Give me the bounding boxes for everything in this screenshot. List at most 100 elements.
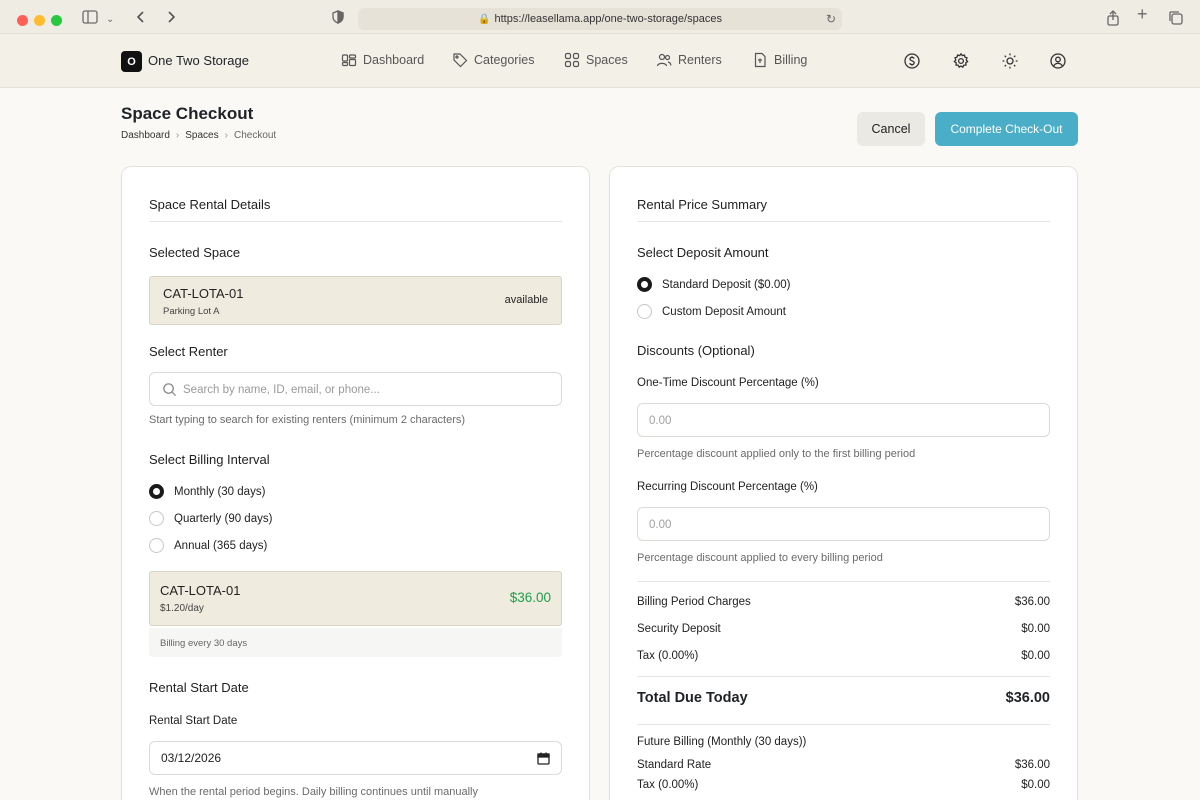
- radio-unchecked[interactable]: [637, 304, 652, 319]
- selected-space-box: CAT-LOTA-01 Parking Lot A available: [149, 276, 562, 325]
- summary-row-security-deposit: Security Deposit $0.00: [637, 623, 1050, 635]
- rental-start-helper: When the rental period begins. Daily bil…: [149, 786, 478, 798]
- breadcrumb-spaces[interactable]: Spaces: [185, 130, 218, 141]
- share-icon[interactable]: [1106, 10, 1120, 28]
- sidebar-toggle-icon[interactable]: [82, 10, 98, 26]
- future-value: $36.00: [1014, 759, 1050, 771]
- logo[interactable]: O: [121, 51, 142, 72]
- divider: [637, 581, 1050, 582]
- future-label: Tax (0.00%): [637, 779, 699, 791]
- complete-checkout-button[interactable]: Complete Check-Out: [935, 112, 1078, 146]
- renter-search-input[interactable]: [183, 380, 553, 400]
- browser-chrome: ⌄ 🔒 https://leasellama.app/one-two-stora…: [0, 0, 1200, 34]
- future-label: Standard Rate: [637, 759, 712, 771]
- minimize-window-button[interactable]: [34, 15, 45, 26]
- interval-option-annual[interactable]: Annual (365 days): [149, 538, 267, 553]
- deposit-option-standard[interactable]: Standard Deposit ($0.00): [637, 277, 791, 292]
- radio-checked[interactable]: [149, 484, 164, 499]
- billing-interval-label: Select Billing Interval: [149, 452, 270, 467]
- future-row-tax: Tax (0.00%) $0.00: [637, 779, 1050, 791]
- new-tab-icon[interactable]: +: [1137, 5, 1148, 23]
- select-renter-label: Select Renter: [149, 344, 228, 359]
- summary-label: Security Deposit: [637, 623, 721, 635]
- back-icon[interactable]: [135, 10, 147, 26]
- tag-icon: [453, 53, 468, 68]
- summary-row-tax: Tax (0.00%) $0.00: [637, 650, 1050, 662]
- summary-label: Tax (0.00%): [637, 650, 699, 662]
- one-time-discount-helper: Percentage discount applied only to the …: [637, 448, 916, 460]
- nav-dashboard[interactable]: Dashboard: [341, 52, 424, 68]
- summary-value: $0.00: [1021, 650, 1050, 662]
- calendar-icon[interactable]: [537, 752, 550, 765]
- divider: [637, 221, 1050, 222]
- chevron-down-icon[interactable]: ⌄: [106, 13, 114, 27]
- users-icon: [656, 53, 672, 67]
- url-text: https://leasellama.app/one-two-storage/s…: [494, 13, 722, 25]
- chevron-right-icon: ›: [175, 130, 180, 141]
- radio-unchecked[interactable]: [149, 511, 164, 526]
- one-time-discount-field[interactable]: [637, 403, 1050, 437]
- cancel-button[interactable]: Cancel: [857, 112, 925, 146]
- breadcrumb-checkout: Checkout: [233, 130, 277, 141]
- summary-value: $0.00: [1021, 623, 1050, 635]
- nav-billing[interactable]: Billing: [752, 52, 807, 68]
- deposit-amount-label: Select Deposit Amount: [637, 245, 769, 260]
- future-row-standard-rate: Standard Rate $36.00: [637, 759, 1050, 771]
- rental-start-date-value: 03/12/2026: [161, 751, 222, 765]
- radio-unchecked[interactable]: [149, 538, 164, 553]
- discounts-label: Discounts (Optional): [637, 343, 755, 358]
- close-window-button[interactable]: [17, 15, 28, 26]
- shield-icon[interactable]: [332, 10, 344, 26]
- interval-option-monthly[interactable]: Monthly (30 days): [149, 484, 265, 499]
- recurring-discount-label: Recurring Discount Percentage (%): [637, 481, 818, 493]
- summary-label: Billing Period Charges: [637, 596, 751, 608]
- page-title: Space Checkout: [121, 104, 254, 123]
- future-billing-label: Future Billing (Monthly (30 days)): [637, 736, 807, 748]
- recurring-discount-input[interactable]: [649, 515, 1029, 535]
- nav-spaces-label: Spaces: [586, 53, 628, 67]
- interval-summary-box: CAT-LOTA-01 $1.20/day $36.00: [149, 571, 562, 626]
- space-location: Parking Lot A: [163, 306, 220, 317]
- interval-space-code: CAT-LOTA-01: [160, 583, 241, 598]
- address-bar[interactable]: 🔒 https://leasellama.app/one-two-storage…: [358, 8, 842, 30]
- total-due-value: $36.00: [1005, 690, 1050, 706]
- sun-icon[interactable]: [1001, 52, 1019, 70]
- document-icon: [754, 52, 766, 68]
- dashboard-icon: [341, 54, 357, 67]
- billing-frequency-note: Billing every 30 days: [149, 628, 562, 657]
- nav-spaces[interactable]: Spaces: [564, 52, 628, 68]
- forward-icon[interactable]: [165, 10, 177, 26]
- chevron-right-icon: ›: [224, 130, 228, 141]
- search-icon: [163, 383, 177, 397]
- tabs-overview-icon[interactable]: [1168, 10, 1184, 28]
- maximize-window-button[interactable]: [51, 15, 62, 26]
- total-due-row: Total Due Today $36.00: [637, 690, 1050, 706]
- one-time-discount-input[interactable]: [649, 411, 1029, 431]
- interval-option-label: Annual (365 days): [174, 539, 268, 552]
- dollar-icon[interactable]: [903, 52, 921, 70]
- brand-name[interactable]: One Two Storage: [148, 53, 249, 68]
- nav-billing-label: Billing: [774, 53, 808, 67]
- interval-price: $36.00: [509, 590, 551, 605]
- reload-icon[interactable]: ↻: [826, 12, 836, 26]
- user-circle-icon[interactable]: [1049, 52, 1067, 70]
- renter-search-field[interactable]: [149, 372, 562, 406]
- app-header: O One Two Storage Dashboard Categories S…: [0, 34, 1200, 88]
- space-code: CAT-LOTA-01: [163, 286, 244, 301]
- interval-option-label: Quarterly (90 days): [174, 512, 273, 525]
- rental-price-summary-card: Rental Price Summary Select Deposit Amou…: [609, 166, 1078, 800]
- radio-checked[interactable]: [637, 277, 652, 292]
- recurring-discount-field[interactable]: [637, 507, 1050, 541]
- nav-renters[interactable]: Renters: [656, 52, 722, 68]
- divider: [637, 724, 1050, 725]
- breadcrumb-dashboard[interactable]: Dashboard: [121, 130, 170, 141]
- gear-icon[interactable]: [952, 52, 970, 70]
- deposit-option-custom[interactable]: Custom Deposit Amount: [637, 304, 786, 319]
- nav-categories[interactable]: Categories: [452, 52, 534, 68]
- divider: [637, 676, 1050, 677]
- grid-icon: [564, 52, 580, 68]
- interval-option-quarterly[interactable]: Quarterly (90 days): [149, 511, 272, 526]
- rental-start-date-field[interactable]: 03/12/2026: [149, 741, 562, 775]
- total-due-label: Total Due Today: [637, 690, 748, 706]
- rental-start-section-title: Rental Start Date: [149, 680, 249, 695]
